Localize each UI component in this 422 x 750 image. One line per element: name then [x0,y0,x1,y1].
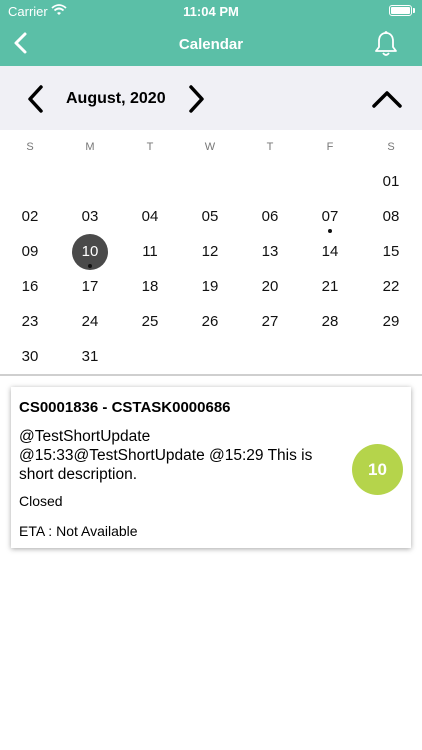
task-status: Closed [19,493,63,509]
calendar-day-number: 18 [141,278,159,295]
calendar-day[interactable]: 13 [252,234,288,270]
calendar-day[interactable]: 01 [373,164,409,200]
calendar-day-number: 02 [21,208,39,225]
calendar-day[interactable]: 16 [12,269,48,305]
calendar-day[interactable]: 07 [312,199,348,235]
weekday-label: S [387,141,395,153]
calendar-day-number: 12 [201,243,219,260]
task-card[interactable]: CS0001836 - CSTASK0000686 @TestShortUpda… [11,387,411,548]
calendar-day-number: 08 [382,208,400,225]
calendar-day[interactable]: 09 [12,234,48,270]
weekday-label: M [85,141,95,153]
calendar-day[interactable]: 14 [312,234,348,270]
calendar-day[interactable]: 19 [192,269,228,305]
weekday-label: T [146,141,154,153]
day-badge: 10 [352,444,403,495]
calendar-day-number: 20 [261,278,279,295]
calendar-day-number: 07 [321,208,339,225]
previous-month-button[interactable] [24,84,48,114]
calendar-day[interactable]: 04 [132,199,168,235]
calendar-day[interactable]: 10 [72,234,108,270]
calendar-day-number: 16 [21,278,39,295]
calendar-day[interactable]: 25 [132,304,168,340]
calendar-day[interactable]: 26 [192,304,228,340]
month-selector: August, 2020 [0,66,422,130]
collapse-calendar-button[interactable] [371,88,403,110]
calendar-day[interactable]: 27 [252,304,288,340]
task-eta: ETA : Not Available [19,523,138,539]
task-title: CS0001836 - CSTASK0000686 [19,399,231,416]
calendar-day[interactable]: 17 [72,269,108,305]
task-description: @TestShortUpdate @15:33@TestShortUpdate … [19,428,313,483]
page-title: Calendar [178,36,244,53]
calendar-day[interactable]: 28 [312,304,348,340]
weekday-header: SMTWTFS [0,141,422,157]
calendar-day[interactable]: 15 [373,234,409,270]
calendar-day[interactable]: 12 [192,234,228,270]
calendar-day[interactable]: 18 [132,269,168,305]
calendar-day-number: 14 [321,243,339,260]
clock: 11:04 PM [183,4,239,19]
next-month-button[interactable] [184,84,208,114]
calendar-day[interactable]: 05 [192,199,228,235]
weekday-label: F [326,141,334,153]
calendar-day-number: 25 [141,313,159,330]
calendar-day-number: 30 [21,348,39,365]
calendar-day-number: 15 [382,243,400,260]
calendar-day[interactable]: 02 [12,199,48,235]
calendar-day[interactable]: 21 [312,269,348,305]
battery-icon [389,5,415,16]
calendar-day[interactable]: 30 [12,339,48,375]
event-dot [88,264,92,268]
calendar-day-number: 21 [321,278,339,295]
calendar-day-number: 03 [81,208,99,225]
calendar-day-number: 27 [261,313,279,330]
calendar-divider [0,374,422,376]
calendar-day[interactable]: 22 [373,269,409,305]
calendar-day[interactable]: 31 [72,339,108,375]
calendar-day-number: 23 [21,313,39,330]
calendar-day-number: 09 [21,243,39,260]
calendar-day-number: 01 [382,173,400,190]
weekday-label: W [204,141,216,153]
calendar-day-number: 22 [382,278,400,295]
weekday-label: T [266,141,274,153]
calendar-day-number: 10 [81,243,99,260]
calendar-day-number: 04 [141,208,159,225]
calendar-day[interactable]: 03 [72,199,108,235]
calendar-day[interactable]: 24 [72,304,108,340]
calendar-day[interactable]: 29 [373,304,409,340]
calendar-day-number: 19 [201,278,219,295]
event-dot [328,229,332,233]
calendar-day-number: 26 [201,313,219,330]
calendar-day[interactable]: 11 [132,234,168,270]
calendar-day-number: 06 [261,208,279,225]
calendar-day[interactable]: 06 [252,199,288,235]
calendar-day-number: 11 [142,243,158,260]
calendar-day-number: 24 [81,313,99,330]
nav-header: Carrier 11:04 PM Calendar [0,0,422,66]
calendar-day-number: 17 [81,278,99,295]
calendar-day[interactable]: 20 [252,269,288,305]
calendar-day-number: 31 [81,348,99,365]
bell-icon[interactable] [372,30,400,58]
calendar-day[interactable]: 08 [373,199,409,235]
calendar-day-number: 05 [201,208,219,225]
weekday-label: S [26,141,34,153]
calendar-day-number: 28 [321,313,339,330]
calendar-day[interactable]: 23 [12,304,48,340]
calendar-day-number: 29 [382,313,400,330]
calendar-day-number: 13 [261,243,279,260]
status-bar: Carrier 11:04 PM [0,0,422,22]
month-label: August, 2020 [66,90,166,107]
